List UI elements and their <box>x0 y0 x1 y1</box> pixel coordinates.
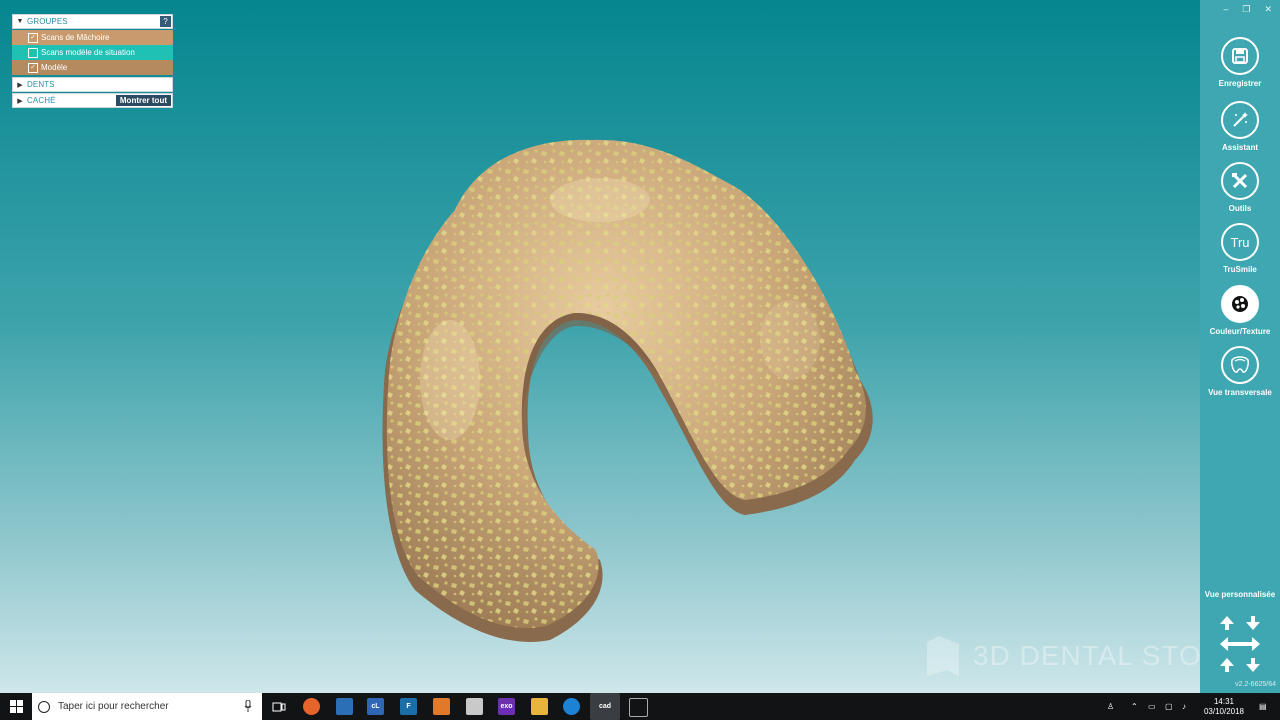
volume-icon[interactable]: ♪ <box>1182 702 1193 711</box>
exo-app-icon[interactable]: exo <box>498 698 515 715</box>
arrow-rotate-icon[interactable] <box>1220 658 1260 672</box>
taskbar-search[interactable]: Taper ici pour rechercher <box>32 693 262 720</box>
faint-info-overlay <box>790 40 1170 57</box>
scanner-app-icon[interactable] <box>466 698 483 715</box>
group-item-label: Modèle <box>41 63 68 72</box>
chevron-up-icon[interactable]: ⌃ <box>1131 702 1142 711</box>
wizard-icon <box>1221 101 1259 139</box>
firefox-icon[interactable] <box>303 698 320 715</box>
microphone-icon[interactable] <box>244 700 252 712</box>
groups-label: GROUPES <box>27 17 68 26</box>
jaw-scans-checkbox[interactable]: ✓ <box>28 32 38 43</box>
battery-icon[interactable]: ▭ <box>1148 702 1159 711</box>
save-label: Enregistrer <box>1218 79 1262 88</box>
color-texture-label: Couleur/Texture <box>1209 327 1271 336</box>
cross-section-icon <box>1221 346 1259 384</box>
groups-header[interactable]: ▼ GROUPES ? <box>12 14 173 29</box>
clock[interactable]: 14:31 03/10/2018 <box>1204 697 1244 717</box>
trusmile-icon-text: Tru <box>1230 234 1250 250</box>
network-icon[interactable]: ▢ <box>1165 702 1176 711</box>
hidden-header[interactable]: ▶ CACHÉ Montrer tout <box>12 93 173 108</box>
trusmile-icon: Tru <box>1221 223 1259 261</box>
exocad-tool-icon[interactable] <box>629 698 648 717</box>
clock-time: 14:31 <box>1213 696 1234 706</box>
dental-model-3d[interactable] <box>360 130 900 660</box>
f-app-icon[interactable]: F <box>400 698 417 715</box>
groups-panel: ▼ GROUPES ? ✓ Scans de Mâchoire Scans mo… <box>12 14 173 109</box>
people-icon[interactable]: ♙ <box>1107 702 1118 711</box>
app-figure-icon[interactable] <box>336 698 353 715</box>
minimize-icon[interactable]: – <box>1223 4 1228 15</box>
group-item-model[interactable]: ✓ Modèle <box>12 60 173 75</box>
tools-icon <box>1221 162 1259 200</box>
group-item-label: Scans modèle de situation <box>41 48 135 57</box>
tools-label: Outils <box>1228 204 1252 213</box>
cross-section-label: Vue transversale <box>1208 388 1272 397</box>
search-placeholder: Taper ici pour rechercher <box>58 701 169 712</box>
assistant-label: Assistant <box>1221 143 1258 152</box>
trusmile-tool[interactable]: Tru TruSmile <box>1200 223 1280 274</box>
watermark: 3D DENTAL STORE <box>925 634 1243 678</box>
windows-icon <box>9 700 23 713</box>
cross-section-tool[interactable]: Vue transversale <box>1200 346 1280 397</box>
cl-app-icon[interactable]: cL <box>367 698 384 715</box>
tools-tool[interactable]: Outils <box>1200 162 1280 213</box>
cad-app-icon[interactable]: cad <box>590 693 620 720</box>
save-icon <box>1221 37 1259 75</box>
custom-view-label: Vue personnalisée <box>1204 590 1276 599</box>
taskbar: Taper ici pour rechercher cL F exo cad ♙… <box>0 693 1280 720</box>
layers-app-icon[interactable] <box>433 698 450 715</box>
close-icon[interactable]: ✕ <box>1264 4 1272 15</box>
group-item-situation-scans[interactable]: Scans modèle de situation <box>12 45 173 60</box>
trusmile-label: TruSmile <box>1223 265 1257 274</box>
color-texture-tool[interactable]: Couleur/Texture <box>1200 285 1280 336</box>
teeth-header[interactable]: ▶ DENTS <box>12 77 173 92</box>
situation-scans-checkbox[interactable] <box>28 47 38 58</box>
notifications-icon[interactable]: ▤ <box>1259 702 1270 711</box>
window-controls: – ❐ ✕ <box>1223 4 1272 15</box>
teeth-label: DENTS <box>27 80 55 89</box>
version-label: v2.2-6625/64 <box>1235 681 1276 688</box>
group-item-jaw-scans[interactable]: ✓ Scans de Mâchoire <box>12 30 173 45</box>
chevron-right-icon: ▶ <box>17 97 23 105</box>
file-explorer-icon[interactable] <box>531 698 548 715</box>
chevron-down-icon: ▼ <box>16 18 24 25</box>
system-tray: ♙ ⌃ ▭ ▢ ♪ 14:31 03/10/2018 ▤ <box>1104 693 1280 720</box>
palette-icon <box>1221 285 1259 323</box>
chevron-right-icon: ▶ <box>17 81 23 89</box>
assistant-tool[interactable]: Assistant <box>1200 101 1280 152</box>
clock-date: 03/10/2018 <box>1203 706 1244 716</box>
model-checkbox[interactable]: ✓ <box>28 62 38 73</box>
hidden-label: CACHÉ <box>27 96 56 105</box>
task-view-icon[interactable] <box>270 698 287 715</box>
save-tool[interactable]: Enregistrer <box>1200 37 1280 88</box>
arrow-up-down-icon[interactable] <box>1220 616 1260 630</box>
watermark-logo-icon <box>927 636 959 676</box>
view-arrows[interactable] <box>1218 614 1262 674</box>
help-button[interactable]: ? <box>160 16 171 27</box>
teamviewer-icon[interactable] <box>563 698 580 715</box>
restore-icon[interactable]: ❐ <box>1242 4 1250 15</box>
start-button[interactable] <box>0 693 32 720</box>
arrow-left-right-icon[interactable] <box>1220 637 1260 651</box>
right-toolbar: – ❐ ✕ Enregistrer Assistant Outils Tru T… <box>1200 0 1280 693</box>
cortana-icon <box>38 700 50 713</box>
group-item-label: Scans de Mâchoire <box>41 33 110 42</box>
show-all-button[interactable]: Montrer tout <box>115 95 171 106</box>
